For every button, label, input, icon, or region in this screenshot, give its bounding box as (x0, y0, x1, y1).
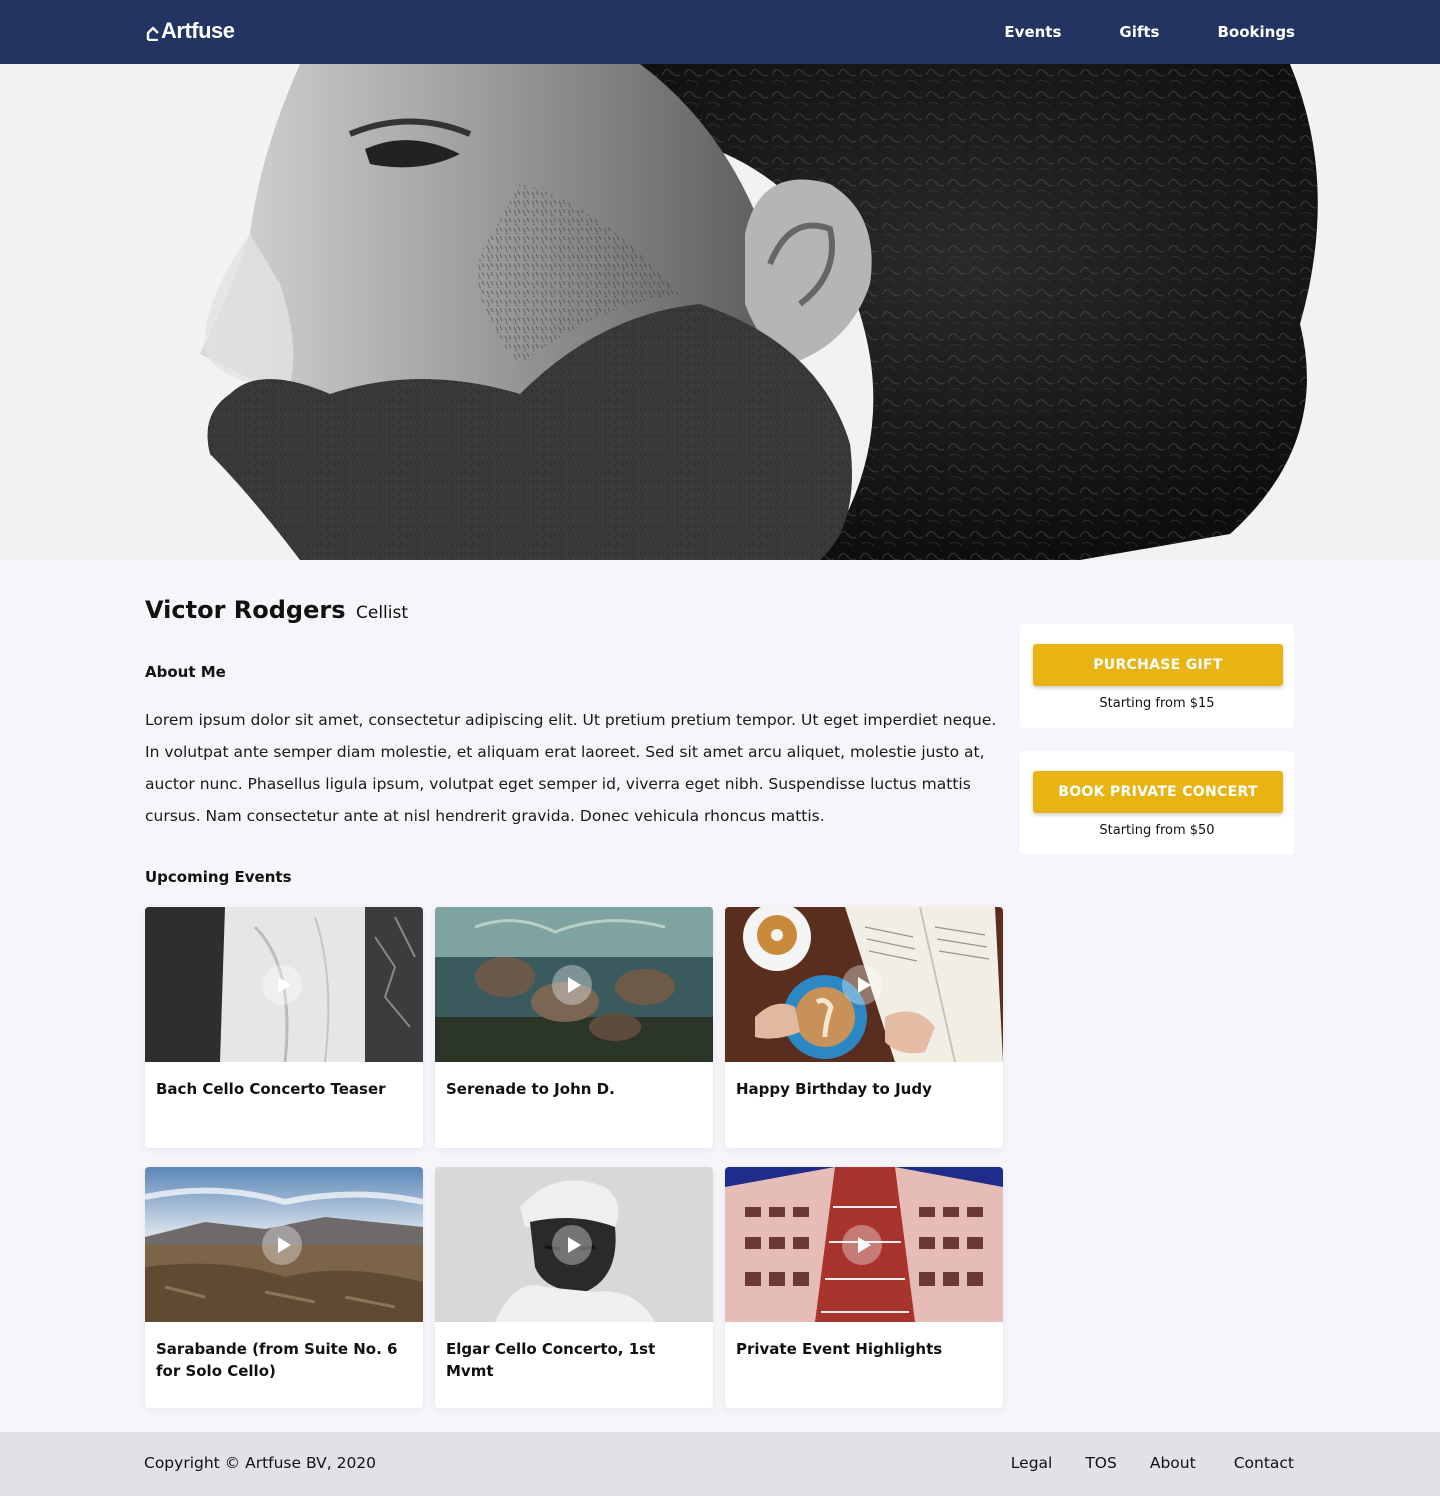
event-title: Sarabande (from Suite No. 6 for Solo Cel… (156, 1340, 398, 1380)
copyright-text: Copyright © Artfuse BV, 2020 (144, 1454, 377, 1472)
event-card[interactable]: Happy Birthday to Judy (725, 907, 1003, 1148)
purchase-gift-button[interactable]: PURCHASE GIFT (1033, 644, 1283, 686)
event-title: Elgar Cello Concerto, 1st Mvmt (446, 1340, 656, 1380)
hero-artist-photo (0, 64, 1440, 560)
upcoming-events-heading: Upcoming Events (145, 868, 292, 886)
play-icon[interactable] (262, 1225, 302, 1265)
logo-house-icon (146, 26, 159, 41)
nav-events[interactable]: Events (1004, 23, 1061, 41)
footer-link-contact[interactable]: Contact (1234, 1454, 1294, 1472)
private-concert-panel: BOOK PRIVATE CONCERT Starting from $50 (1020, 751, 1294, 855)
top-navbar: Artfuse Events Gifts Bookings (0, 0, 1440, 64)
play-icon[interactable] (552, 965, 592, 1005)
artfuse-logo[interactable]: Artfuse (146, 17, 235, 45)
footer-link-about[interactable]: About (1150, 1454, 1196, 1472)
footer-links: Legal TOS About Contact (1011, 1454, 1294, 1472)
book-private-concert-button[interactable]: BOOK PRIVATE CONCERT (1033, 771, 1283, 813)
play-icon[interactable] (842, 1225, 882, 1265)
artist-role: Cellist (356, 603, 409, 623)
about-me-text: Lorem ipsum dolor sit amet, consectetur … (145, 711, 997, 825)
event-title: Happy Birthday to Judy (736, 1080, 932, 1098)
event-card[interactable]: Bach Cello Concerto Teaser (145, 907, 423, 1148)
gift-price-note: Starting from $15 (1099, 696, 1215, 711)
event-title: Serenade to John D. (446, 1080, 615, 1098)
artist-portrait-image (0, 64, 1440, 560)
footer-link-tos[interactable]: TOS (1085, 1454, 1117, 1472)
event-title: Private Event Highlights (736, 1340, 943, 1358)
event-card[interactable]: Serenade to John D. (435, 907, 713, 1148)
event-card[interactable]: Sarabande (from Suite No. 6 for Solo Cel… (145, 1167, 423, 1408)
nav-gifts[interactable]: Gifts (1119, 23, 1159, 41)
footer-link-legal[interactable]: Legal (1011, 1454, 1053, 1472)
about-me-heading: About Me (145, 663, 226, 681)
gift-card-panel: PURCHASE GIFT Starting from $15 (1020, 624, 1294, 728)
concert-price-note: Starting from $50 (1099, 823, 1215, 838)
main-nav: Events Gifts Bookings (1004, 0, 1295, 64)
play-icon[interactable] (842, 965, 882, 1005)
nav-bookings[interactable]: Bookings (1217, 23, 1295, 41)
event-card[interactable]: Elgar Cello Concerto, 1st Mvmt (435, 1167, 713, 1408)
event-card[interactable]: Private Event Highlights (725, 1167, 1003, 1408)
artist-name: Victor Rodgers (145, 596, 346, 624)
play-icon[interactable] (262, 965, 302, 1005)
logo-text: Artfuse (161, 18, 235, 43)
event-title: Bach Cello Concerto Teaser (156, 1080, 386, 1098)
play-icon[interactable] (552, 1225, 592, 1265)
footer: Copyright © Artfuse BV, 2020 Legal TOS A… (0, 1432, 1440, 1496)
